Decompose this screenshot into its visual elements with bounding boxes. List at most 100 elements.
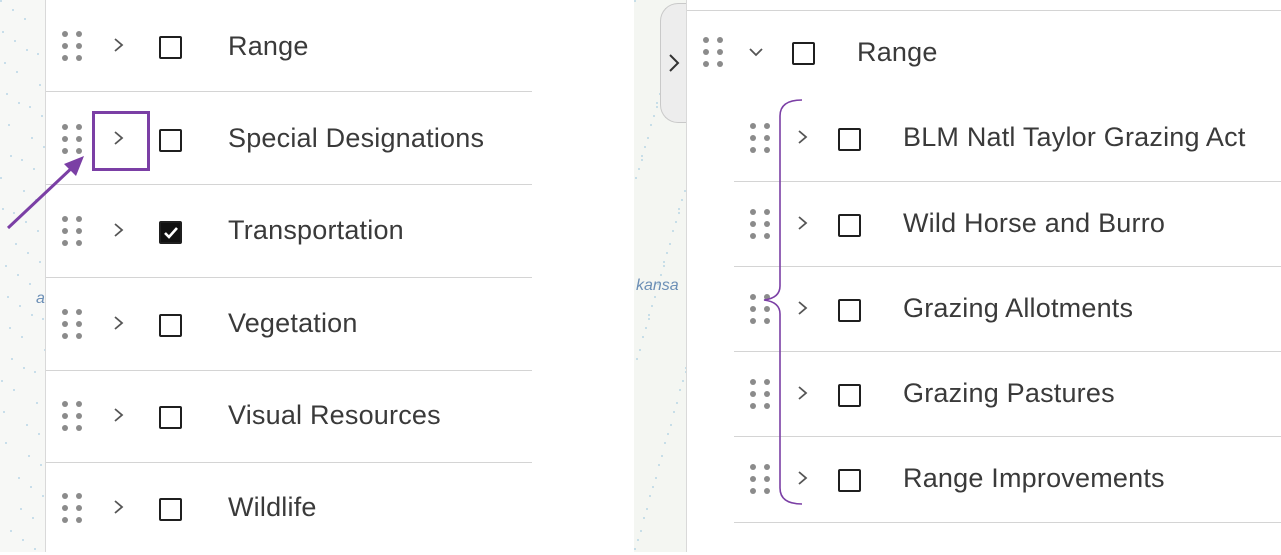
layer-label: Wildlife bbox=[228, 492, 317, 522]
map-texture-dot bbox=[31, 314, 33, 316]
map-texture-dot bbox=[670, 424, 672, 426]
divider bbox=[46, 91, 532, 92]
map-texture-dot bbox=[38, 433, 40, 435]
map-texture-dot bbox=[23, 367, 25, 369]
map-texture-dot bbox=[634, 0, 636, 2]
sublayer-row: Grazing Pastures bbox=[734, 352, 1281, 437]
map-texture-dot bbox=[42, 495, 44, 497]
map-texture-dot bbox=[656, 106, 658, 108]
map-texture-dot bbox=[17, 274, 19, 276]
layer-checkbox-checked[interactable] bbox=[159, 221, 182, 244]
layer-label: Grazing Allotments bbox=[903, 293, 1134, 323]
map-texture-dot bbox=[642, 336, 644, 338]
map-texture-dot bbox=[28, 455, 30, 457]
divider bbox=[734, 522, 1281, 523]
map-texture-dot bbox=[39, 84, 41, 86]
map-texture-dot bbox=[663, 261, 665, 263]
chevron-right-icon[interactable] bbox=[112, 38, 126, 52]
sublayer-row: Wild Horse and Burro bbox=[734, 182, 1281, 267]
layer-row-transportation: Transportation bbox=[46, 186, 532, 278]
map-texture-dot bbox=[19, 305, 21, 307]
map-texture-dot bbox=[10, 530, 12, 532]
map-texture-dot bbox=[24, 18, 26, 20]
chevron-down-icon[interactable] bbox=[749, 45, 763, 59]
layer-checkbox[interactable] bbox=[159, 36, 182, 59]
sublayer-row: Range Improvements bbox=[734, 437, 1281, 523]
map-texture-dot bbox=[661, 455, 663, 457]
map-texture-dot bbox=[4, 62, 6, 64]
layer-label: Range bbox=[857, 37, 938, 67]
map-texture-dot bbox=[664, 442, 666, 444]
map-texture-dot bbox=[666, 252, 668, 254]
layer-checkbox[interactable] bbox=[159, 498, 182, 521]
panel-collapse-toggle[interactable] bbox=[660, 3, 689, 123]
drag-handle-icon[interactable] bbox=[62, 31, 84, 63]
layer-checkbox[interactable] bbox=[792, 42, 815, 65]
map-texture-dot bbox=[18, 477, 20, 479]
layer-checkbox[interactable] bbox=[838, 214, 861, 237]
map-texture-dot bbox=[22, 539, 24, 541]
chevron-right-icon[interactable] bbox=[112, 408, 126, 422]
map-texture-dot bbox=[648, 314, 650, 316]
group-bracket-annotation bbox=[763, 99, 803, 505]
divider bbox=[46, 184, 532, 185]
map-texture-dot bbox=[638, 168, 640, 170]
map-texture-dot bbox=[646, 508, 648, 510]
map-label-fragment: kansa bbox=[636, 277, 679, 294]
map-texture-dot bbox=[34, 371, 36, 373]
layer-label: Grazing Pastures bbox=[903, 378, 1115, 408]
chevron-right-icon bbox=[669, 54, 680, 72]
map-texture-dot bbox=[641, 159, 643, 161]
layer-checkbox[interactable] bbox=[838, 299, 861, 322]
map-texture-dot bbox=[645, 327, 647, 329]
expand-highlight-annotation bbox=[92, 111, 150, 171]
map-texture-dot bbox=[640, 530, 642, 532]
map-texture-dot bbox=[20, 508, 22, 510]
sublayer-row: BLM Natl Taylor Grazing Act bbox=[734, 96, 1281, 182]
map-texture-dot bbox=[30, 486, 32, 488]
map-texture-dot bbox=[648, 318, 650, 320]
map-texture-dot bbox=[5, 442, 7, 444]
annotation-arrow-icon bbox=[6, 156, 84, 230]
map-background-left: a bbox=[0, 0, 46, 552]
layer-label: Range bbox=[228, 31, 309, 61]
map-texture-dot bbox=[653, 115, 655, 117]
drag-handle-icon[interactable] bbox=[703, 37, 725, 69]
map-texture-dot bbox=[678, 212, 680, 214]
layer-label: Wild Horse and Burro bbox=[903, 208, 1166, 238]
map-texture-dot bbox=[13, 389, 15, 391]
chevron-right-icon[interactable] bbox=[112, 500, 126, 514]
map-label-fragment: a bbox=[36, 290, 45, 307]
map-texture-dot bbox=[12, 9, 14, 11]
map-texture-dot bbox=[5, 265, 7, 267]
map-texture-dot bbox=[676, 402, 678, 404]
map-texture-dot bbox=[41, 115, 43, 117]
checkmark-icon bbox=[164, 227, 178, 239]
chevron-right-icon[interactable] bbox=[112, 316, 126, 330]
drag-handle-icon[interactable] bbox=[62, 493, 84, 525]
layer-checkbox[interactable] bbox=[838, 384, 861, 407]
divider bbox=[46, 277, 532, 278]
map-texture-dot bbox=[21, 336, 23, 338]
layer-row-visual-resources: Visual Resources bbox=[46, 371, 532, 463]
layer-label: Transportation bbox=[228, 215, 404, 245]
map-texture-dot bbox=[654, 296, 656, 298]
drag-handle-icon[interactable] bbox=[62, 401, 84, 433]
layer-checkbox[interactable] bbox=[159, 406, 182, 429]
layer-checkbox[interactable] bbox=[838, 469, 861, 492]
map-texture-dot bbox=[641, 155, 643, 157]
map-texture-dot bbox=[15, 243, 17, 245]
layer-checkbox[interactable] bbox=[838, 128, 861, 151]
layer-checkbox[interactable] bbox=[159, 314, 182, 337]
layer-checkbox[interactable] bbox=[159, 129, 182, 152]
map-texture-dot bbox=[682, 380, 684, 382]
layer-label: BLM Natl Taylor Grazing Act bbox=[903, 122, 1246, 152]
drag-handle-icon[interactable] bbox=[62, 309, 84, 341]
map-texture-dot bbox=[32, 517, 34, 519]
map-texture-dot bbox=[655, 477, 657, 479]
map-texture-dot bbox=[11, 358, 13, 360]
layer-list-left: Range Special Designations Transportatio… bbox=[45, 0, 532, 552]
map-texture-dot bbox=[681, 199, 683, 201]
chevron-right-icon[interactable] bbox=[112, 223, 126, 237]
map-texture-dot bbox=[27, 252, 29, 254]
